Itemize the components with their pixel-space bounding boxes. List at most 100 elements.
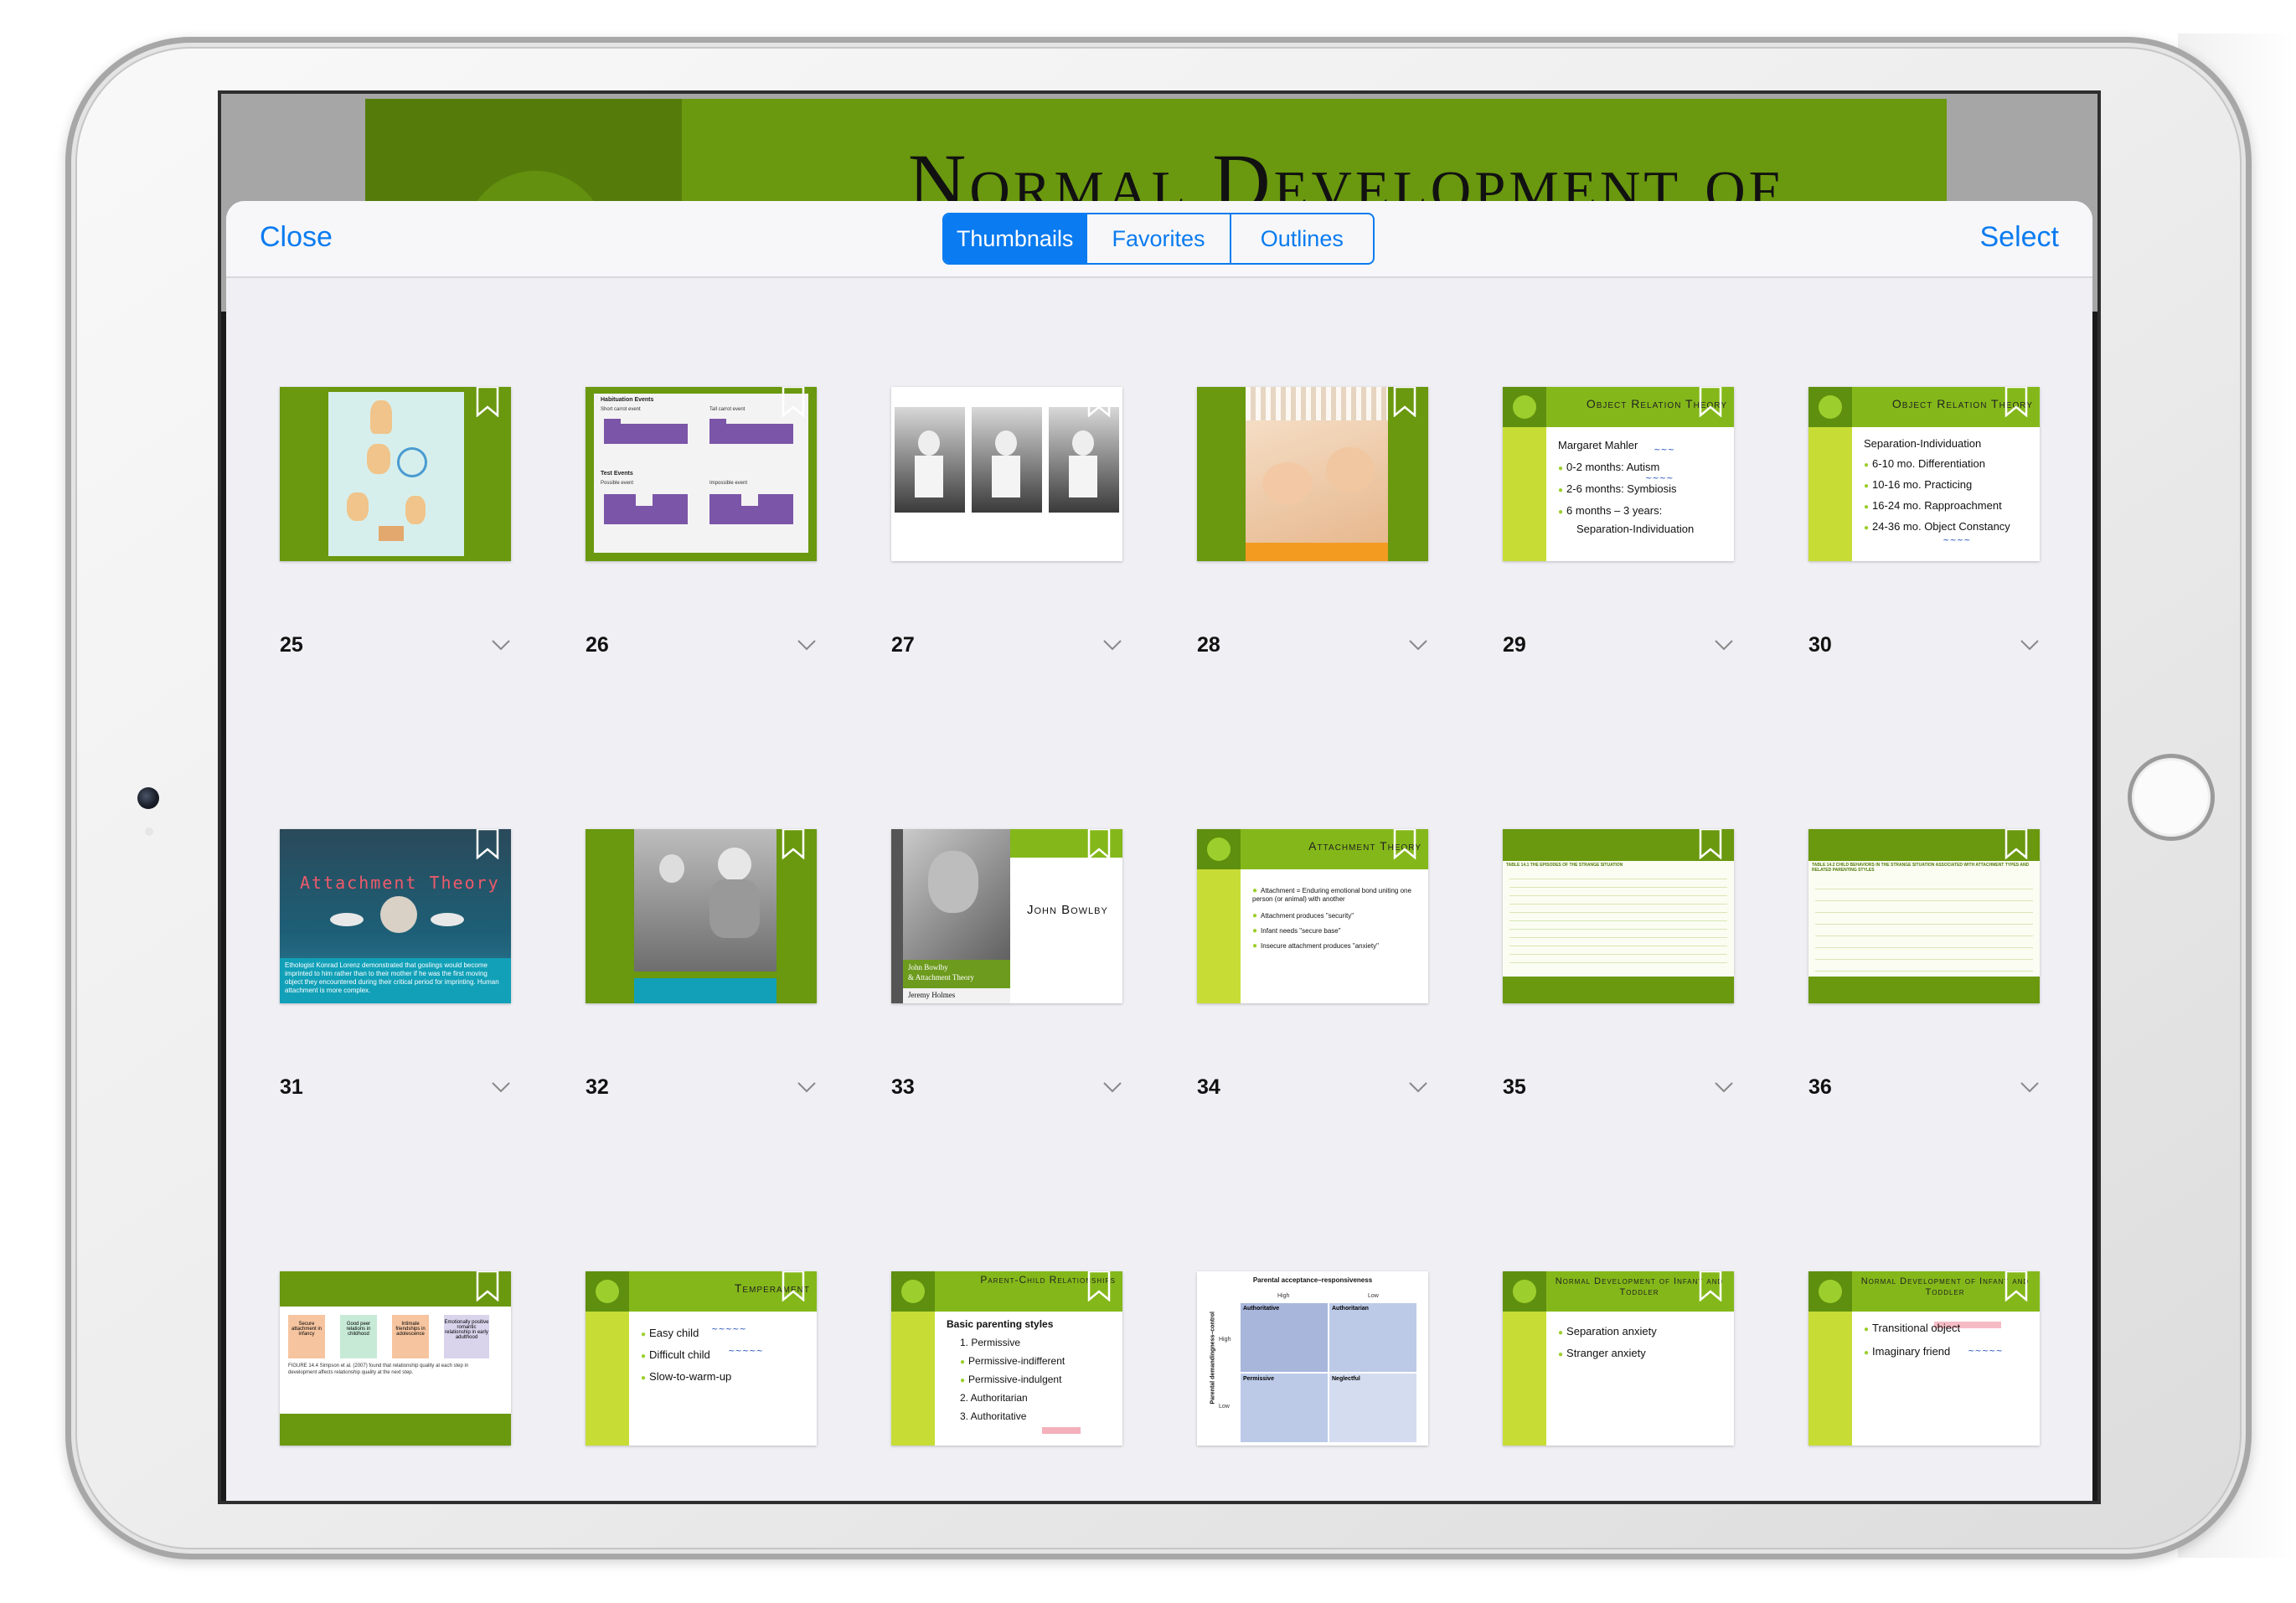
figure-label: Habituation Events xyxy=(601,397,654,403)
slide-thumbnail[interactable]: TABLE 14.2 CHILD BEHAVIORS IN THE STRANG… xyxy=(1808,829,2040,1003)
chevron-down-icon[interactable] xyxy=(491,638,511,652)
chevron-down-icon[interactable] xyxy=(1102,1080,1122,1094)
slide-thumbnail[interactable] xyxy=(1197,387,1428,561)
slide-thumbnail[interactable]: Attachment Theory Attachment = Enduring … xyxy=(1197,829,1428,1003)
bookmark-icon[interactable] xyxy=(2004,387,2028,417)
quadrant: Neglectful xyxy=(1329,1374,1416,1442)
bookmark-icon[interactable] xyxy=(2004,1271,2028,1301)
page-number: 35 xyxy=(1503,1075,1526,1099)
camera-sensor xyxy=(145,827,153,836)
slide-bullet: 10-16 mo. Practicing xyxy=(1864,478,1972,491)
axis-label: Low xyxy=(1368,1293,1379,1299)
bookmark-icon[interactable] xyxy=(2004,829,2028,859)
bookmark-icon[interactable] xyxy=(1087,829,1111,859)
slide-circle-deco xyxy=(1513,395,1536,419)
page-number: 29 xyxy=(1503,633,1526,657)
habituation-figure: Habituation Events Short carrot event Ta… xyxy=(594,394,808,553)
toddler-photo xyxy=(895,407,965,513)
chevron-down-icon[interactable] xyxy=(1714,638,1734,652)
bookmark-icon[interactable] xyxy=(476,1271,499,1301)
tab-favorites[interactable]: Favorites xyxy=(1087,214,1231,263)
bookmark-icon[interactable] xyxy=(1087,1271,1111,1301)
bookmark-icon[interactable] xyxy=(782,1271,805,1301)
page-number: 34 xyxy=(1197,1075,1220,1099)
slide-footer-bar xyxy=(1808,977,2040,1003)
slide-bullet: 0-2 months: Autism xyxy=(1558,461,1659,473)
chevron-down-icon[interactable] xyxy=(2020,638,2040,652)
page-number: 25 xyxy=(280,633,303,657)
slide-thumbnail[interactable] xyxy=(891,387,1122,561)
tab-outlines[interactable]: Outlines xyxy=(1231,214,1373,263)
chevron-down-icon[interactable] xyxy=(1408,638,1428,652)
slide-caption: Ethologist Konrad Lorenz demonstrated th… xyxy=(280,958,511,1003)
figure-label: Test Events xyxy=(601,471,633,477)
slide-thumbnail[interactable]: TABLE 14.1 THE EPISODES OF THE STRANGE S… xyxy=(1503,829,1734,1003)
slide-thumbnail[interactable]: Parent-Child Relationships Basic parenti… xyxy=(891,1271,1122,1446)
slide-side-strip xyxy=(1808,427,1852,561)
front-camera xyxy=(137,787,159,809)
bookmark-icon[interactable] xyxy=(476,387,499,417)
axis-label: High xyxy=(1219,1337,1231,1343)
page-number: 33 xyxy=(891,1075,915,1099)
caption-band xyxy=(634,978,777,1003)
slide-thumbnail[interactable]: Parental acceptance–responsiveness High … xyxy=(1197,1271,1428,1446)
chevron-down-icon[interactable] xyxy=(491,1080,511,1094)
bookmark-icon[interactable] xyxy=(1393,387,1416,417)
home-button[interactable] xyxy=(2128,754,2215,841)
chevron-down-icon[interactable] xyxy=(1714,1080,1734,1094)
page-number: 28 xyxy=(1197,633,1220,657)
chevron-down-icon[interactable] xyxy=(797,1080,817,1094)
bookmark-icon[interactable] xyxy=(476,829,499,859)
chevron-down-icon[interactable] xyxy=(1102,638,1122,652)
quadrant: Authoritative xyxy=(1241,1303,1328,1372)
bookmark-icon[interactable] xyxy=(1393,1271,1416,1301)
slide-bullet: Imaginary friend xyxy=(1864,1345,1950,1358)
chevron-down-icon[interactable] xyxy=(1408,1080,1428,1094)
slide-thumbnail[interactable]: Normal Development of Infant and Toddler… xyxy=(1503,1271,1734,1446)
slide-thumbnail[interactable]: Object Relation Theory Margaret Mahler 0… xyxy=(1503,387,1734,561)
bookmark-icon[interactable] xyxy=(1087,387,1111,417)
book-author-band: Jeremy Holmes xyxy=(903,988,1010,1003)
slide-bullet: Slow-to-warm-up xyxy=(641,1370,731,1383)
bookmark-icon[interactable] xyxy=(782,829,805,859)
slide-thumbnail[interactable]: Secure attachment in infancy Good peer r… xyxy=(280,1271,511,1446)
flow-box: Intimate friendships in adolescence xyxy=(392,1315,429,1358)
slide-thumbnail[interactable]: Attachment Theory Ethologist Konrad Lore… xyxy=(280,829,511,1003)
toddler-photo xyxy=(972,407,1042,513)
behaviors-table: TABLE 14.2 CHILD BEHAVIORS IN THE STRANG… xyxy=(1808,861,2040,977)
tab-thumbnails[interactable]: Thumbnails xyxy=(944,214,1088,263)
handwriting-annotation: ~~~~~ xyxy=(711,1325,746,1334)
slide-thumbnail[interactable]: John Bowlby & Attachment Theory Jeremy H… xyxy=(891,829,1122,1003)
bookmark-icon[interactable] xyxy=(1699,387,1722,417)
slide-text: 2. Authoritarian xyxy=(960,1392,1028,1404)
select-button[interactable]: Select xyxy=(1980,221,2060,254)
slide-bullet: Difficult child xyxy=(641,1348,710,1361)
slide-thumbnail[interactable]: Temperament Easy child Difficult child S… xyxy=(586,1271,817,1446)
table-heading: TABLE 14.1 THE EPISODES OF THE STRANGE S… xyxy=(1506,863,1623,868)
slide-bullet: Stranger anxiety xyxy=(1558,1347,1646,1359)
quadrant: Permissive xyxy=(1241,1374,1328,1442)
quadrant: Authoritarian xyxy=(1329,1303,1416,1372)
slide-thumbnail[interactable] xyxy=(586,829,817,1003)
slide-bullet: Separation anxiety xyxy=(1558,1325,1657,1338)
slide-thumbnail[interactable]: Object Relation Theory Separation-Indivi… xyxy=(1808,387,2040,561)
bookmark-icon[interactable] xyxy=(1699,1271,1722,1301)
bookmark-icon[interactable] xyxy=(1393,829,1416,859)
slide-bullet: Attachment = Enduring emotional bond uni… xyxy=(1252,886,1420,903)
slide-thumbnail[interactable]: Normal Development of Infant and Toddler… xyxy=(1808,1271,2040,1446)
handwriting-annotation: ~~~~ xyxy=(1645,474,1674,483)
chevron-down-icon[interactable] xyxy=(797,638,817,652)
axis-label: Parental demandingness–control xyxy=(1210,1312,1216,1405)
thumbnail-grid: 25 Habituation Events Short carrot event… xyxy=(226,276,2092,1501)
bookmark-icon[interactable] xyxy=(782,387,805,417)
slide-text: Margaret Mahler xyxy=(1558,439,1638,451)
bookmark-icon[interactable] xyxy=(1699,829,1722,859)
slide-thumbnail[interactable] xyxy=(280,387,511,561)
chevron-down-icon[interactable] xyxy=(2020,1080,2040,1094)
slide-text: Separation-Individuation xyxy=(1576,523,1695,535)
page-number: 31 xyxy=(280,1075,303,1099)
book-author: Jeremy Holmes xyxy=(908,991,956,999)
slide-thumbnail[interactable]: Habituation Events Short carrot event Ta… xyxy=(586,387,817,561)
close-button[interactable]: Close xyxy=(260,221,333,254)
slide-text: 1. Permissive xyxy=(960,1337,1021,1348)
